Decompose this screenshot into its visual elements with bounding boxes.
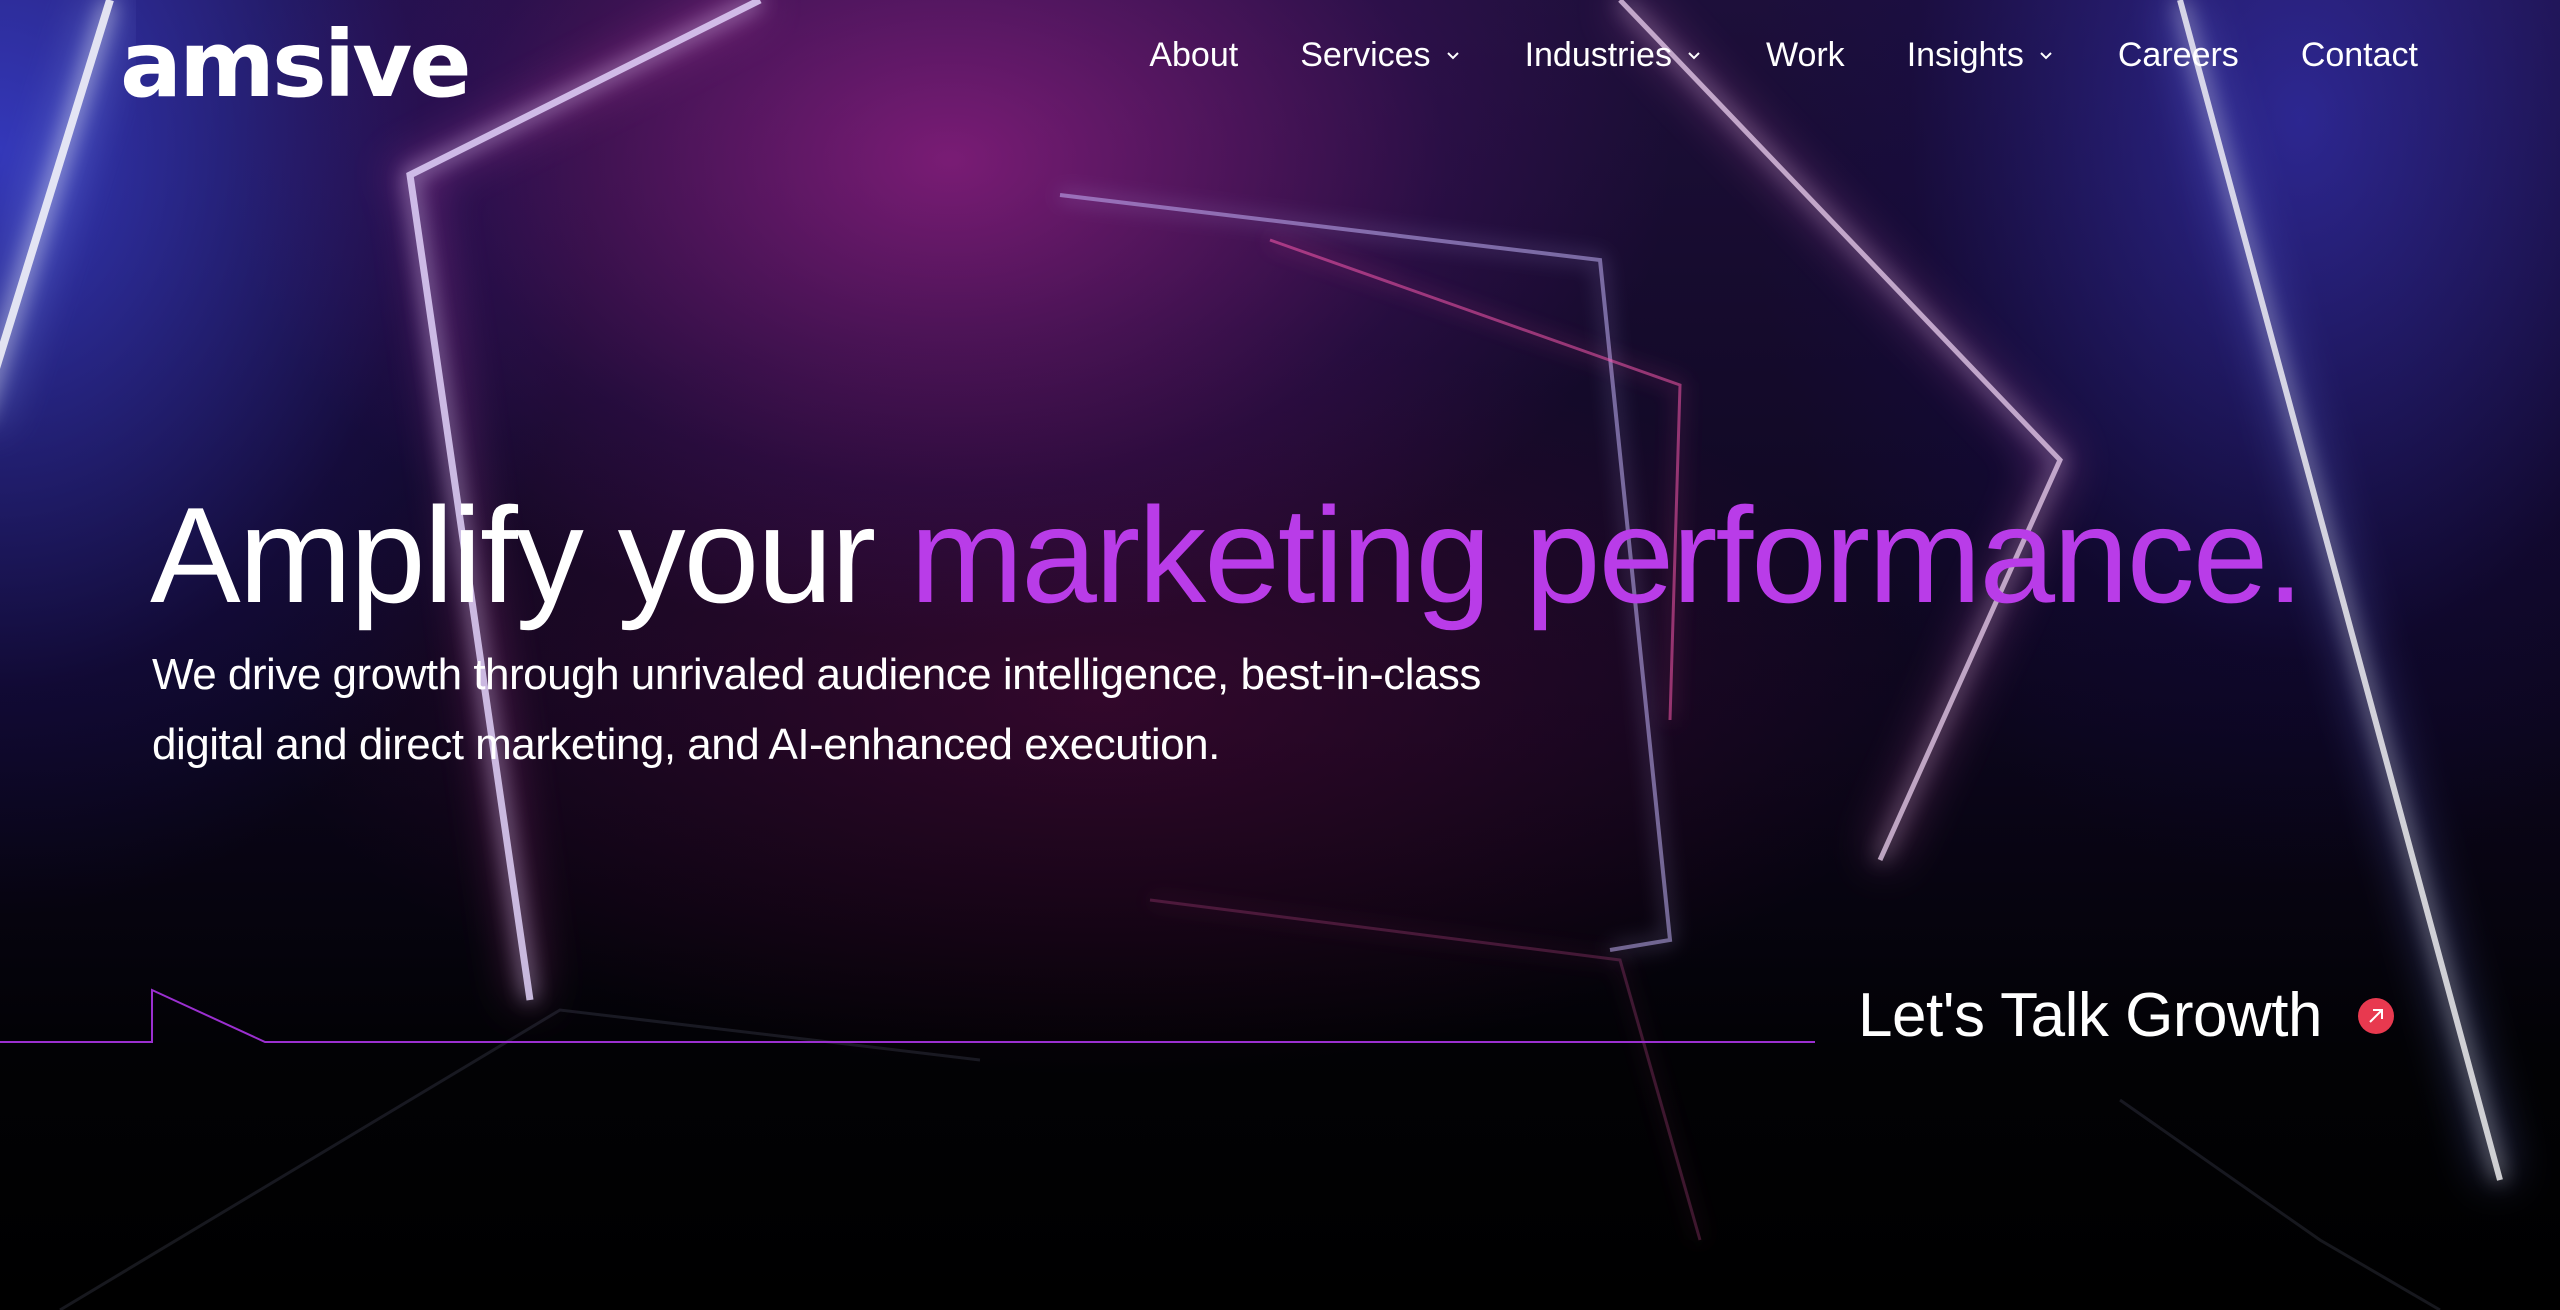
headline-plain: Amplify your [150, 479, 910, 631]
nav-item-careers[interactable]: Careers [2118, 36, 2239, 75]
cta-divider-line [0, 988, 1815, 1043]
lets-talk-growth-link[interactable]: Let's Talk Growth [1858, 980, 2394, 1051]
chevron-down-icon [2040, 51, 2052, 59]
arrow-up-right-icon [2357, 997, 2394, 1034]
nav-item-work[interactable]: Work [1766, 36, 1845, 75]
chevron-down-icon [1688, 51, 1700, 59]
nav-item-label: Work [1765, 36, 1845, 74]
nav-item-label: Careers [2117, 36, 2239, 74]
headline-accent: marketing performance. [909, 479, 2304, 631]
site-header: amsive About Services Industries Work In… [0, 0, 2560, 140]
hero-headline: Amplify your marketing performance. [150, 470, 2304, 640]
nav-item-label: Contact [2300, 36, 2418, 74]
main-nav: About Services Industries Work Insights … [1149, 36, 2418, 75]
amsive-logo[interactable]: amsive [120, 10, 472, 120]
nav-item-label: About [1149, 36, 1239, 74]
cta-label: Let's Talk Growth [1858, 981, 2322, 1050]
nav-item-insights[interactable]: Insights [1907, 36, 2056, 75]
nav-item-label: Insights [1906, 36, 2024, 74]
nav-item-industries[interactable]: Industries [1525, 36, 1704, 75]
nav-item-services[interactable]: Services [1300, 36, 1462, 75]
nav-item-label: Industries [1524, 36, 1672, 74]
hero-subtext: We drive growth through unrivaled audien… [152, 650, 1481, 769]
nav-item-contact[interactable]: Contact [2301, 36, 2418, 75]
chevron-down-icon [1446, 51, 1459, 59]
nav-item-label: Services [1300, 36, 1431, 74]
nav-item-about[interactable]: About [1149, 36, 1238, 75]
